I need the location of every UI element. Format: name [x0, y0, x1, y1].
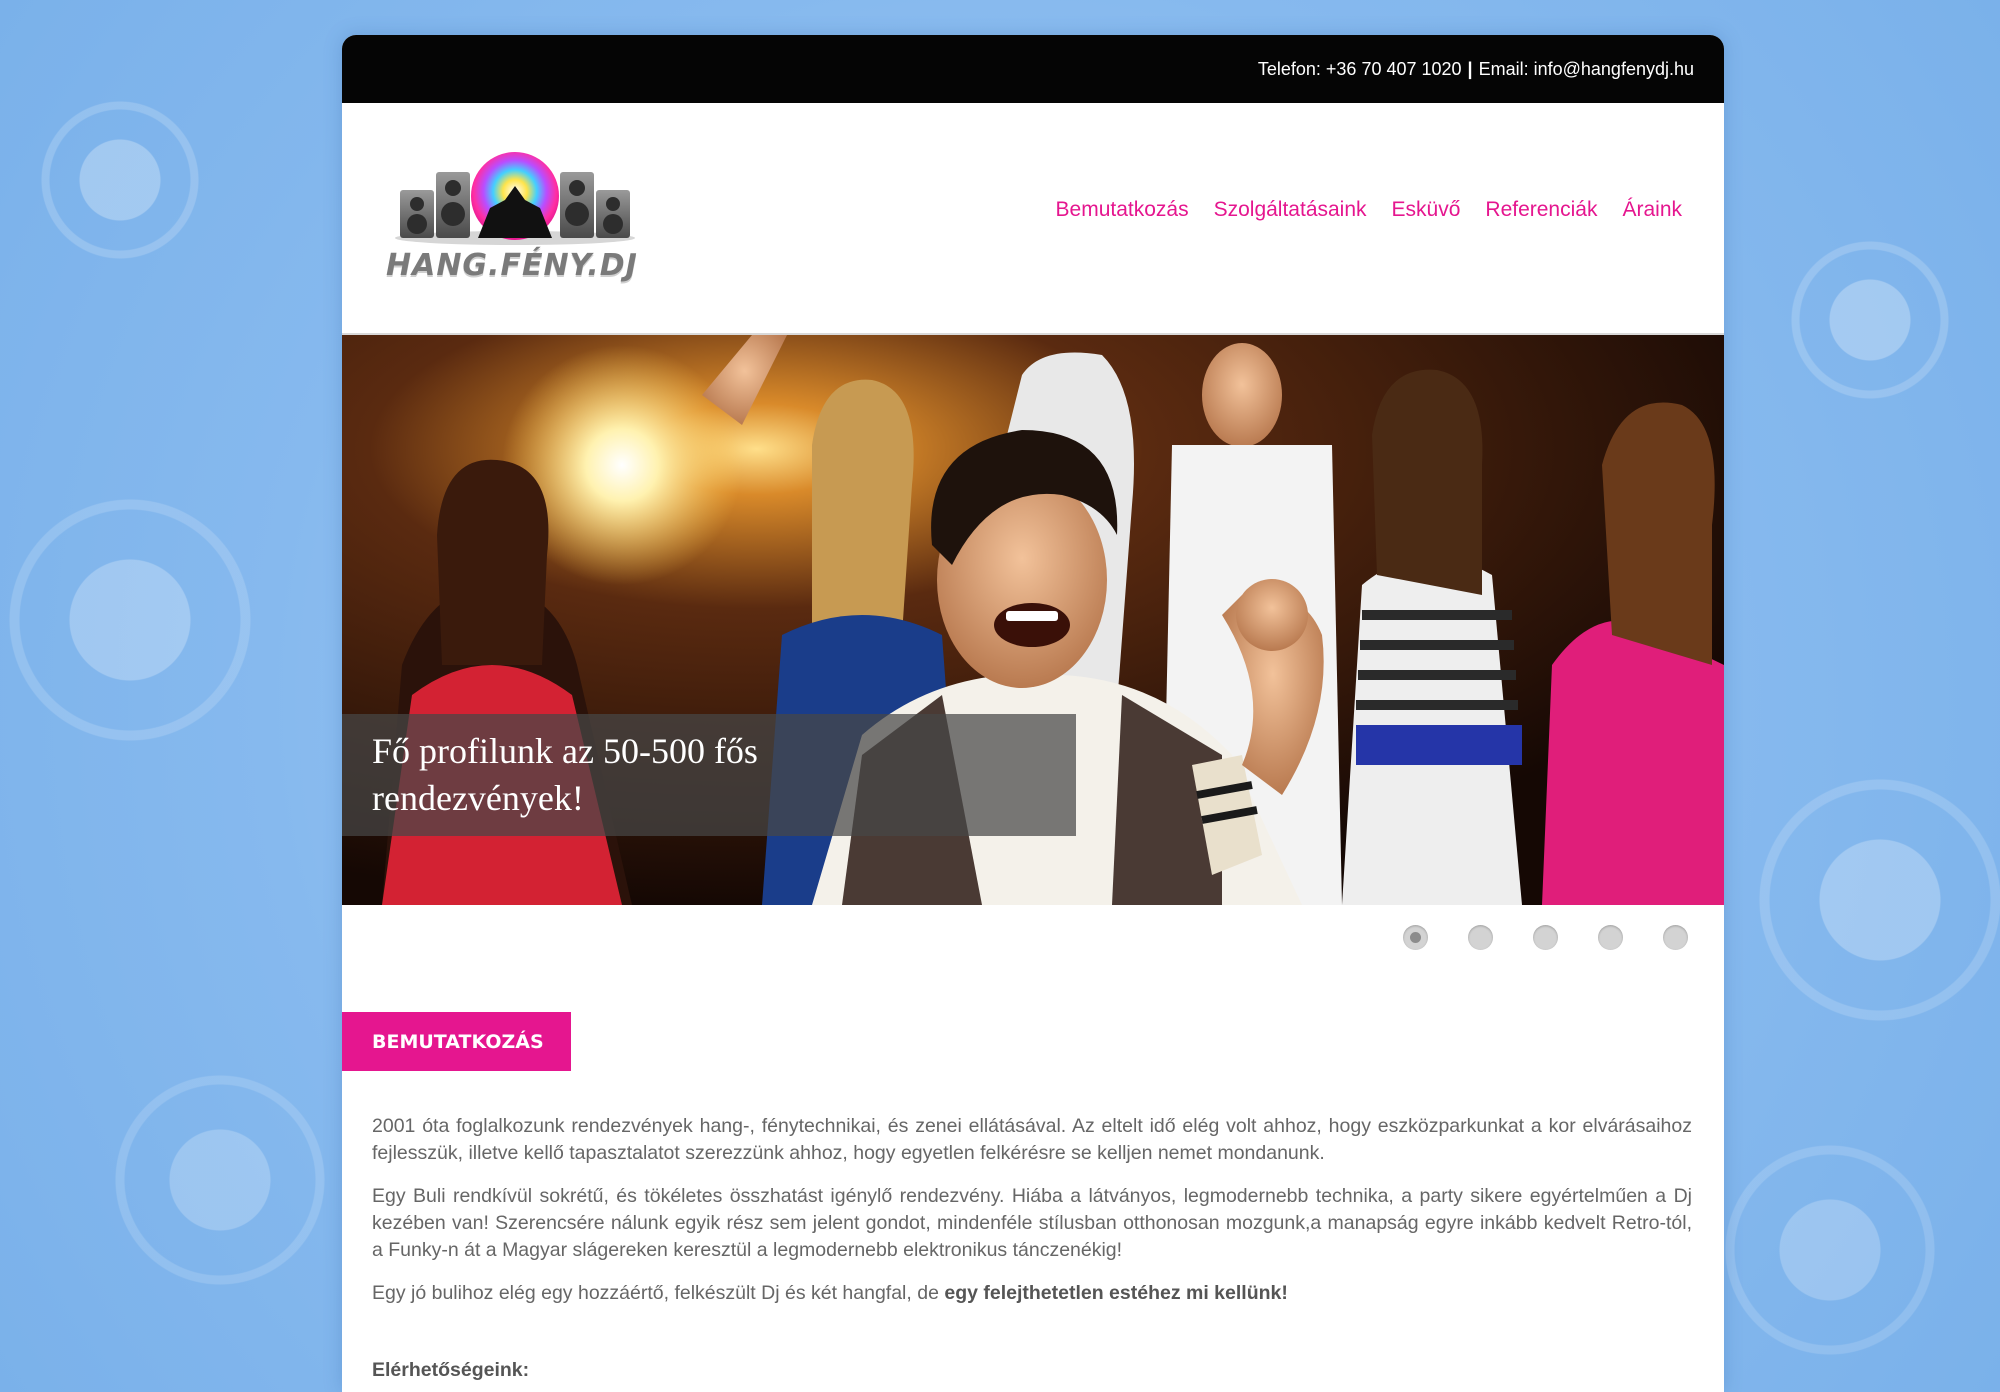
nav-item-szolgaltatasaink[interactable]: Szolgáltatásaink — [1214, 198, 1367, 222]
phone-text: Telefon: +36 70 407 1020 — [1257, 58, 1462, 79]
logo-text: HANG.FÉNY.DJ — [386, 248, 638, 283]
slider-dot-1[interactable] — [1403, 925, 1428, 950]
slider-dot-3[interactable] — [1533, 925, 1558, 950]
intro-paragraph-1: 2001 óta foglalkozunk rendezvények hang-… — [372, 1115, 1692, 1164]
page-container: Telefon: +36 70 407 1020 | Email: info@h… — [342, 35, 1724, 1392]
intro-paragraph-2: Egy Buli rendkívül sokrétű, és tökéletes… — [372, 1185, 1692, 1261]
nav-item-eskuvo[interactable]: Esküvő — [1392, 198, 1461, 222]
site-logo[interactable]: HANG.FÉNY.DJ — [380, 148, 650, 298]
section-title: BEMUTATKOZÁS — [342, 1012, 571, 1071]
nav-item-referenciak[interactable]: Referenciák — [1485, 198, 1597, 222]
contacts-heading: Elérhetőségeink: — [372, 1359, 530, 1381]
slider-dot-5[interactable] — [1663, 925, 1688, 950]
contact-separator: | — [1467, 58, 1473, 79]
intro-paragraph-3-bold: egy felejthetetlen estéhez mi kellünk! — [944, 1282, 1288, 1304]
slider-dot-4[interactable] — [1598, 925, 1623, 950]
slider-pagination — [1403, 925, 1688, 950]
nav-item-bemutatkozas[interactable]: Bemutatkozás — [1056, 198, 1189, 222]
intro-paragraph-3: Egy jó bulihoz elég egy hozzáértő, felké… — [372, 1280, 1692, 1307]
speaker-logo-icon — [395, 152, 635, 245]
hero-caption-line2: rendezvények! — [372, 778, 584, 818]
top-contact-bar: Telefon: +36 70 407 1020 | Email: info@h… — [342, 35, 1724, 103]
hero-caption-line1: Fő profilunk az 50-500 fős — [372, 731, 758, 771]
intro-paragraph-3-text: Egy jó bulihoz elég egy hozzáértő, felké… — [372, 1282, 945, 1304]
hero-slider[interactable]: Fő profilunk az 50-500 fős rendezvények! — [342, 335, 1724, 905]
site-header: HANG.FÉNY.DJ Bemutatkozás Szolgáltatásai… — [342, 103, 1724, 335]
hero-caption: Fő profilunk az 50-500 fős rendezvények! — [342, 714, 1076, 836]
intro-content: 2001 óta foglalkozunk rendezvények hang-… — [372, 1113, 1692, 1392]
nav-item-araink[interactable]: Áraink — [1622, 198, 1682, 222]
email-text[interactable]: Email: info@hangfenydj.hu — [1479, 59, 1694, 80]
slider-dot-2[interactable] — [1468, 925, 1493, 950]
main-nav: Bemutatkozás Szolgáltatásaink Esküvő Ref… — [1031, 198, 1682, 222]
